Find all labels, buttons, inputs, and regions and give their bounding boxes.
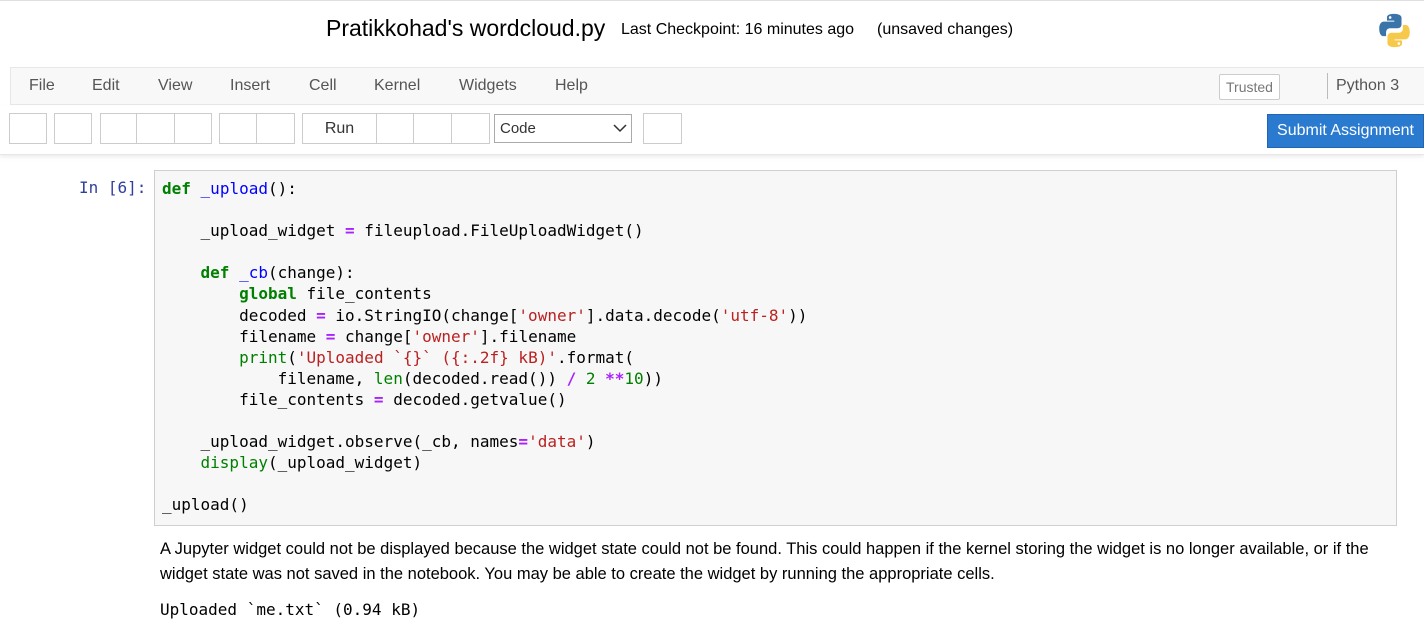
widget-error-message: A Jupyter widget could not be displayed …	[160, 540, 1369, 583]
save-button[interactable]	[9, 113, 47, 144]
restart-run-all-button[interactable]	[451, 113, 490, 144]
command-palette-button[interactable]	[643, 113, 682, 144]
output-stream: Uploaded `me.txt` (0.94 kB)	[160, 600, 421, 619]
python-logo-icon	[1379, 13, 1410, 48]
menu-edit[interactable]: Edit	[92, 77, 120, 95]
move-down-button[interactable]	[256, 113, 295, 144]
restart-button[interactable]	[413, 113, 452, 144]
notebook-title[interactable]: Pratikkohad's wordcloud.py	[326, 15, 605, 42]
menu-bar: File Edit View Insert Cell Kernel Widget…	[10, 67, 1424, 105]
kernel-name[interactable]: Python 3	[1336, 77, 1399, 95]
menu-file[interactable]: File	[29, 77, 55, 95]
chevron-down-icon	[613, 124, 627, 133]
trusted-indicator[interactable]: Trusted	[1219, 74, 1280, 100]
submit-assignment-button[interactable]: Submit Assignment	[1267, 114, 1424, 148]
input-prompt: In [6]:	[79, 178, 147, 197]
cell-type-select[interactable]: Code	[494, 114, 632, 143]
cell-type-value: Code	[500, 120, 536, 137]
toolbar: Run Code Submit Assignment	[0, 106, 1424, 155]
insert-cell-button[interactable]	[54, 113, 92, 144]
menu-cell[interactable]: Cell	[309, 77, 337, 95]
menu-view[interactable]: View	[158, 77, 192, 95]
menu-widgets[interactable]: Widgets	[459, 77, 517, 95]
menu-kernel[interactable]: Kernel	[374, 77, 420, 95]
move-up-button[interactable]	[219, 113, 257, 144]
code-cell[interactable]: def _upload(): _upload_widget = fileuplo…	[154, 170, 1397, 526]
menu-help[interactable]: Help	[555, 77, 588, 95]
kernel-divider	[1327, 73, 1328, 99]
run-button[interactable]: Run	[302, 113, 377, 144]
menu-insert[interactable]: Insert	[230, 77, 270, 95]
code-editor[interactable]: def _upload(): _upload_widget = fileuplo…	[162, 178, 807, 516]
checkpoint-status: Last Checkpoint: 16 minutes ago	[621, 21, 855, 38]
copy-button[interactable]	[136, 113, 175, 144]
notebook-header: Pratikkohad's wordcloud.py Last Checkpoi…	[0, 0, 1424, 69]
interrupt-button[interactable]	[376, 113, 414, 144]
cut-button[interactable]	[100, 113, 137, 144]
paste-button[interactable]	[174, 113, 212, 144]
autosave-status: (unsaved changes)	[877, 21, 1014, 38]
